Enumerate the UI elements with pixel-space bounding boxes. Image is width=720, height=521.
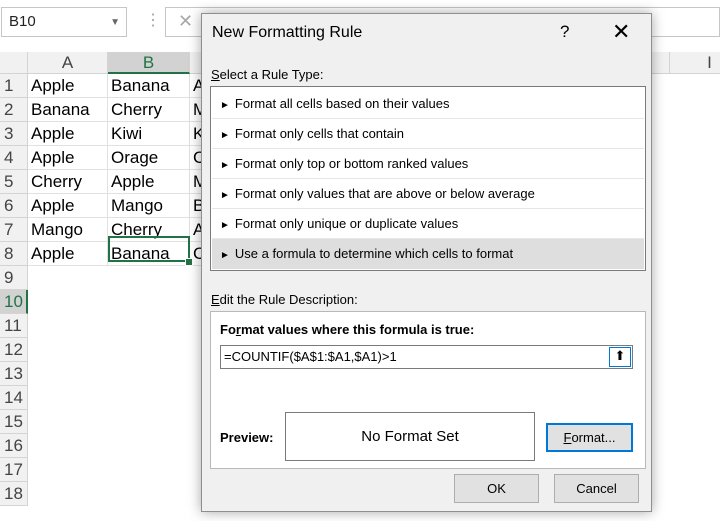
cell-a6[interactable]: Apple [28, 194, 108, 218]
rule-type-item[interactable]: ► Format only unique or duplicate values [212, 209, 644, 239]
rule-type-label: Format all cells based on their values [234, 96, 450, 111]
rule-type-label: Format only top or bottom ranked values [234, 156, 469, 171]
column-header-a[interactable]: A [28, 52, 108, 74]
name-box-value: B10 [9, 13, 36, 30]
row-header[interactable]: 4 [0, 146, 28, 170]
rule-type-item[interactable]: ► Format only top or bottom ranked values [212, 149, 644, 179]
rule-description-panel: Format values where this formula is true… [210, 311, 646, 469]
row-header[interactable]: 5 [0, 170, 28, 194]
rule-type-list[interactable]: ► Format all cells based on their values … [210, 86, 646, 271]
chevron-down-icon[interactable]: ▼ [110, 17, 120, 28]
arrow-right-icon: ► [220, 160, 230, 171]
close-icon[interactable]: ✕ [612, 19, 630, 45]
format-button-text: ormat... [571, 430, 616, 445]
cell-b6[interactable]: Mango [108, 194, 190, 218]
cancel-button[interactable]: Cancel [554, 474, 639, 503]
rule-type-item[interactable]: ► Format only values that are above or be… [212, 179, 644, 209]
rule-type-label-mnemonic: S [211, 67, 220, 82]
cell-a7[interactable]: Mango [28, 218, 108, 242]
rule-type-item[interactable]: ► Format only cells that contain [212, 119, 644, 149]
preview-label: Preview: [220, 430, 274, 445]
column-header-i[interactable]: I [670, 52, 720, 74]
collapse-arrow-icon: ⬆ [614, 348, 626, 363]
rule-type-label: Format only cells that contain [234, 126, 404, 141]
active-cell-b10[interactable] [108, 236, 190, 262]
row-header[interactable]: 8 [0, 242, 28, 266]
arrow-right-icon: ► [220, 250, 230, 261]
cell-b2[interactable]: Cherry [108, 98, 190, 122]
rule-type-label: Format only unique or duplicate values [234, 216, 459, 231]
fill-handle[interactable] [185, 258, 193, 266]
row-header[interactable]: 6 [0, 194, 28, 218]
row-header[interactable]: 1 [0, 74, 28, 98]
row-header[interactable]: 2 [0, 98, 28, 122]
edit-description-text: dit the Rule Description: [219, 292, 358, 307]
arrow-right-icon: ► [220, 220, 230, 231]
row-header[interactable]: 15 [0, 410, 28, 434]
preview-box: No Format Set [285, 412, 535, 461]
arrow-right-icon: ► [220, 100, 230, 111]
row-header-selected[interactable]: 10 [0, 290, 28, 314]
row-header[interactable]: 17 [0, 458, 28, 482]
column-header-b[interactable]: B [108, 52, 190, 74]
row-header[interactable]: 16 [0, 434, 28, 458]
rule-type-item[interactable]: ► Format all cells based on their values [212, 89, 644, 119]
cancel-icon[interactable]: ✕ [178, 11, 193, 32]
help-icon[interactable]: ? [560, 22, 569, 42]
formula-label-text: mat values where this formula is true: [240, 322, 475, 337]
rule-type-label-text: elect a Rule Type: [219, 67, 324, 82]
cell-a4[interactable]: Apple [28, 146, 108, 170]
edit-description-mnemonic: E [211, 292, 220, 307]
cell-b1[interactable]: Banana [108, 74, 190, 98]
rule-type-item-selected[interactable]: ► Use a formula to determine which cells … [212, 239, 644, 269]
row-header[interactable]: 12 [0, 338, 28, 362]
edit-description-label: Edit the Rule Description: [211, 292, 358, 307]
cell-a3[interactable]: Apple [28, 122, 108, 146]
format-button[interactable]: Format... [546, 423, 633, 452]
formula-label-start: Fo [220, 322, 236, 337]
rule-type-label: Format only values that are above or bel… [234, 186, 535, 201]
row-header[interactable]: 14 [0, 386, 28, 410]
cell-a8[interactable]: Apple [28, 242, 108, 266]
cell-b5[interactable]: Apple [108, 170, 190, 194]
formula-label: Format values where this formula is true… [220, 322, 474, 337]
cell-b4[interactable]: Orage [108, 146, 190, 170]
row-header[interactable]: 7 [0, 218, 28, 242]
rule-type-label: Select a Rule Type: [211, 67, 324, 82]
arrow-right-icon: ► [220, 130, 230, 141]
row-header[interactable]: 3 [0, 122, 28, 146]
cell-a5[interactable]: Cherry [28, 170, 108, 194]
cell-b3[interactable]: Kiwi [108, 122, 190, 146]
row-header[interactable]: 18 [0, 482, 28, 506]
rule-type-label: Use a formula to determine which cells t… [234, 246, 514, 261]
select-all-corner[interactable] [0, 52, 28, 74]
formula-field[interactable]: =COUNTIF($A$1:$A1,$A1)>1 ⬆ [220, 345, 633, 369]
row-header[interactable]: 13 [0, 362, 28, 386]
dialog-title: New Formatting Rule [212, 24, 363, 41]
name-box[interactable]: B10 ▼ [1, 7, 127, 37]
formula-value: =COUNTIF($A$1:$A1,$A1)>1 [224, 349, 397, 364]
cell-a2[interactable]: Banana [28, 98, 108, 122]
row-header[interactable]: 9 [0, 266, 28, 290]
row-header[interactable]: 11 [0, 314, 28, 338]
new-formatting-rule-dialog: New Formatting Rule ? ✕ Select a Rule Ty… [201, 13, 652, 512]
arrow-right-icon: ► [220, 190, 230, 201]
preview-text: No Format Set [361, 428, 459, 445]
formula-bar-grip-icon: ⋮ [145, 12, 161, 29]
ok-button[interactable]: OK [454, 474, 539, 503]
cell-a1[interactable]: Apple [28, 74, 108, 98]
collapse-dialog-button[interactable]: ⬆ [609, 347, 631, 367]
